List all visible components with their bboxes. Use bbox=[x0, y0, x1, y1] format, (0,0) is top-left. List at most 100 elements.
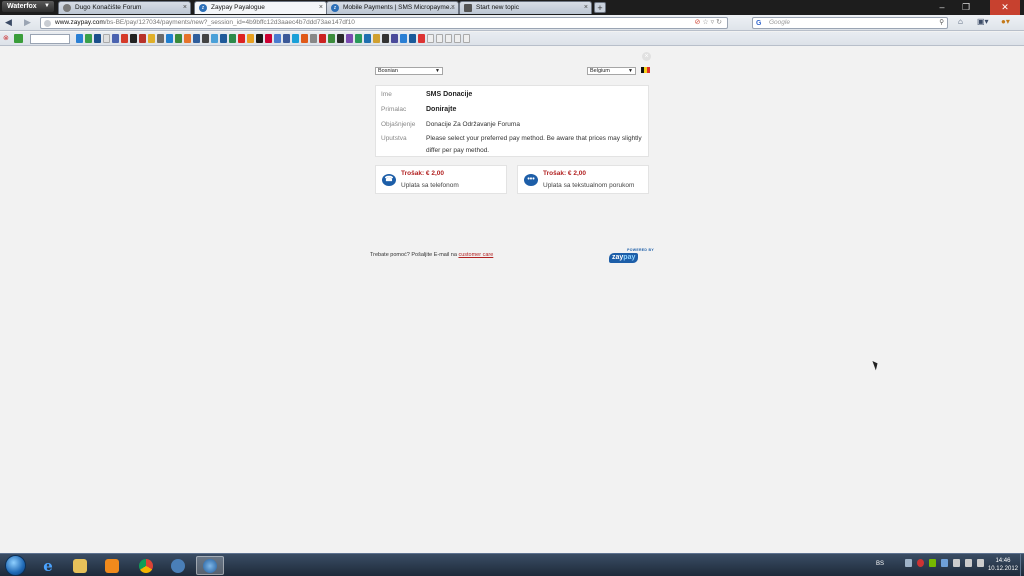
customer-care-link[interactable]: customer care bbox=[458, 252, 493, 258]
forward-arrow-icon[interactable]: ▶ bbox=[24, 17, 31, 28]
tab-mobile-payments[interactable]: z Mobile Payments | SMS Micropayme... × bbox=[326, 1, 459, 14]
app-menu-button[interactable]: Waterfox ▼ bbox=[2, 1, 54, 12]
bookmark-icon[interactable] bbox=[94, 34, 101, 43]
bookmark-icon[interactable] bbox=[175, 34, 182, 43]
bookmark-icon[interactable] bbox=[391, 34, 398, 43]
bookmark-icon[interactable] bbox=[445, 34, 452, 43]
bookmark-icon[interactable] bbox=[337, 34, 344, 43]
pay-method-phone[interactable]: ☎ Trošak: € 2,00 Uplata sa telefonom bbox=[375, 165, 507, 194]
bookmark-icon[interactable] bbox=[409, 34, 416, 43]
bookmark-icon[interactable] bbox=[292, 34, 299, 43]
bookmark-icon[interactable] bbox=[202, 34, 209, 43]
bookmarks-menu-icon[interactable]: ▣▾ bbox=[977, 17, 989, 26]
bookmark-icon[interactable] bbox=[148, 34, 155, 43]
bookmark-icon[interactable] bbox=[373, 34, 380, 43]
maximize-button[interactable]: ❐ bbox=[956, 0, 976, 15]
addon-icon[interactable]: ●▾ bbox=[1001, 17, 1010, 26]
close-tab-icon[interactable]: × bbox=[451, 2, 455, 14]
bookmark-icon[interactable] bbox=[364, 34, 371, 43]
bookmark-icon[interactable] bbox=[382, 34, 389, 43]
bookmark-icon[interactable] bbox=[400, 34, 407, 43]
zaypay-wordmark: zaypay bbox=[609, 253, 639, 263]
zaypay-logo[interactable]: POWERED BY zaypay bbox=[607, 248, 655, 264]
show-desktop-button[interactable] bbox=[1020, 554, 1024, 576]
action-center-flag-icon[interactable] bbox=[953, 559, 960, 567]
tab-zaypay[interactable]: z Zaypay Payalogue × bbox=[194, 1, 327, 14]
taskbar-chrome[interactable] bbox=[132, 556, 160, 575]
bookmark-icon[interactable] bbox=[139, 34, 146, 43]
search-icon[interactable]: ⚲ bbox=[939, 18, 944, 28]
bookmark-icon[interactable] bbox=[436, 34, 443, 43]
bookmark-icon[interactable] bbox=[265, 34, 272, 43]
bookmark-icon[interactable] bbox=[184, 34, 191, 43]
tray-app-icon[interactable] bbox=[917, 559, 924, 567]
addon-toolbar-icon[interactable] bbox=[14, 34, 23, 43]
bookmark-icon[interactable] bbox=[454, 34, 461, 43]
payment-details-panel: Ime SMS Donacije Primalac Donirajte Obja… bbox=[375, 85, 649, 157]
google-icon[interactable]: G bbox=[756, 19, 761, 29]
taskbar-waterfox[interactable] bbox=[196, 556, 224, 575]
bookmark-icon[interactable] bbox=[328, 34, 335, 43]
start-button[interactable] bbox=[5, 555, 26, 576]
bookmark-icon[interactable] bbox=[130, 34, 137, 43]
bookmark-icon[interactable] bbox=[427, 34, 434, 43]
bookmark-icon[interactable] bbox=[274, 34, 281, 43]
bookmark-icon[interactable] bbox=[355, 34, 362, 43]
bookmark-icon[interactable] bbox=[103, 34, 110, 43]
bookmark-icon[interactable] bbox=[220, 34, 227, 43]
search-input[interactable]: G Google ⚲ bbox=[752, 17, 948, 29]
keyboard-language-indicator[interactable]: BS bbox=[876, 561, 884, 567]
bookmark-icon[interactable] bbox=[418, 34, 425, 43]
sms-bubble-icon: ••• bbox=[524, 174, 538, 186]
bookmark-icon[interactable] bbox=[247, 34, 254, 43]
taskbar-explorer[interactable] bbox=[66, 556, 94, 575]
bookmark-star-icon[interactable]: ☆ bbox=[702, 19, 710, 26]
bookmark-icon[interactable] bbox=[112, 34, 119, 43]
country-select[interactable]: Belgium ▼ bbox=[587, 67, 636, 75]
tray-app-icon[interactable] bbox=[905, 559, 912, 567]
tab-start-new-topic[interactable]: Start new topic × bbox=[459, 1, 592, 14]
bluetooth-icon[interactable] bbox=[941, 559, 948, 567]
bookmark-icon[interactable] bbox=[283, 34, 290, 43]
bookmark-icon[interactable] bbox=[157, 34, 164, 43]
system-clock[interactable]: 14:46 10.12.2012 bbox=[988, 557, 1018, 573]
home-icon[interactable]: ⌂ bbox=[958, 17, 963, 26]
taskbar-network-app[interactable] bbox=[164, 556, 192, 575]
pay-method-sms[interactable]: ••• Trošak: € 2,00 Uplata sa tekstualnom… bbox=[517, 165, 649, 194]
bookmark-icon[interactable] bbox=[76, 34, 83, 43]
bookmark-icon[interactable] bbox=[238, 34, 245, 43]
bookmark-icon[interactable] bbox=[346, 34, 353, 43]
volume-icon[interactable] bbox=[977, 559, 984, 567]
close-icon[interactable]: × bbox=[642, 52, 651, 61]
bookmark-icon[interactable] bbox=[301, 34, 308, 43]
bookmark-icon[interactable] bbox=[229, 34, 236, 43]
back-arrow-icon[interactable]: ◀ bbox=[5, 17, 12, 28]
close-tab-icon[interactable]: × bbox=[584, 2, 588, 14]
site-identity-icon[interactable] bbox=[44, 20, 51, 27]
bookmark-icon[interactable] bbox=[121, 34, 128, 43]
toolbar-search-field[interactable] bbox=[30, 34, 70, 44]
bookmark-icon[interactable] bbox=[166, 34, 173, 43]
bookmark-icon[interactable] bbox=[211, 34, 218, 43]
nvidia-icon[interactable] bbox=[929, 559, 936, 567]
close-tab-icon[interactable]: × bbox=[183, 2, 187, 14]
url-bar[interactable]: www.zaypay.com/bs-BE/pay/127034/payments… bbox=[40, 17, 728, 29]
belgium-flag-icon bbox=[641, 67, 650, 73]
network-icon[interactable] bbox=[965, 559, 972, 567]
language-select[interactable]: Bosnian ▼ bbox=[375, 67, 443, 75]
minimize-button[interactable]: – bbox=[932, 0, 952, 15]
taskbar-media-player[interactable] bbox=[98, 556, 126, 575]
taskbar-ie[interactable]: e bbox=[34, 556, 62, 575]
close-tab-icon[interactable]: × bbox=[319, 2, 323, 14]
bookmark-icon[interactable] bbox=[193, 34, 200, 43]
tab-forum[interactable]: Dugo Konačište Forum × bbox=[58, 1, 191, 14]
bookmark-icon[interactable] bbox=[310, 34, 317, 43]
bookmark-icon[interactable] bbox=[463, 34, 470, 43]
toolbar-close-icon[interactable]: ⊗ bbox=[3, 34, 9, 42]
new-tab-button[interactable]: + bbox=[594, 2, 606, 13]
bookmark-icon[interactable] bbox=[85, 34, 92, 43]
window-close-button[interactable]: ✕ bbox=[990, 0, 1020, 15]
bookmark-icon[interactable] bbox=[256, 34, 263, 43]
bookmark-icon[interactable] bbox=[319, 34, 326, 43]
reload-icon[interactable]: ↻ bbox=[716, 19, 724, 26]
